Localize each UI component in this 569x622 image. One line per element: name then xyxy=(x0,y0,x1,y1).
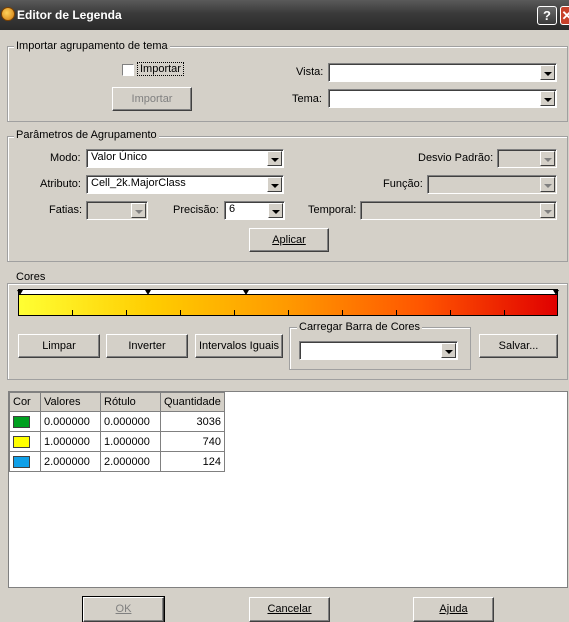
app-icon xyxy=(1,7,15,21)
cores-group-title: Cores xyxy=(14,271,48,283)
intervalos-iguais-button[interactable]: Intervalos Iguais xyxy=(195,334,283,358)
valor-cell[interactable]: 1.000000 xyxy=(40,431,101,452)
chevron-down-icon[interactable] xyxy=(540,65,555,80)
limpar-button[interactable]: Limpar xyxy=(18,334,100,358)
ok-button[interactable]: OK xyxy=(82,596,165,622)
carregar-title: Carregar Barra de Cores xyxy=(297,321,423,333)
chevron-down-icon[interactable] xyxy=(131,203,146,218)
vista-label: Vista: xyxy=(296,66,324,78)
desvio-label: Desvio Padrão: xyxy=(418,152,494,164)
chevron-down-icon[interactable] xyxy=(540,91,555,106)
chevron-down-icon[interactable] xyxy=(267,151,282,166)
inverter-button[interactable]: Inverter xyxy=(106,334,188,358)
close-button[interactable]: ✕ xyxy=(560,6,569,25)
header-cor[interactable]: Cor xyxy=(9,392,41,412)
help-button[interactable]: ? xyxy=(537,6,557,25)
header-quantidade[interactable]: Quantidade xyxy=(160,392,225,412)
title-bar: Editor de Legenda ? ✕ xyxy=(0,0,569,30)
gradient-tick xyxy=(396,310,397,315)
gradient-tick xyxy=(234,310,235,315)
fatias-label: Fatias: xyxy=(49,204,83,216)
import-group xyxy=(7,46,568,122)
quantidade-cell: 3036 xyxy=(160,411,225,432)
quantidade-cell: 124 xyxy=(160,451,225,472)
table-row[interactable]: 2.000000 2.000000 124 xyxy=(9,451,225,472)
tema-label: Tema: xyxy=(292,93,322,105)
ajuda-button[interactable]: Ajuda xyxy=(413,597,494,622)
precisao-select[interactable]: 6 xyxy=(224,201,285,220)
import-group-title: Importar agrupamento de tema xyxy=(14,40,170,52)
chevron-down-icon[interactable] xyxy=(540,203,555,218)
carregar-select[interactable] xyxy=(299,341,458,360)
temporal-select[interactable] xyxy=(360,201,557,220)
atributo-select[interactable]: Cell_2k.MajorClass xyxy=(86,175,284,194)
window-title: Editor de Legenda xyxy=(17,8,122,22)
gradient-tick xyxy=(126,310,127,315)
salvar-button[interactable]: Salvar... xyxy=(479,334,558,358)
import-checkbox-label[interactable]: Importar xyxy=(137,62,184,76)
chevron-down-icon[interactable] xyxy=(267,177,282,192)
modo-label: Modo: xyxy=(50,152,81,164)
header-valores[interactable]: Valores xyxy=(40,392,101,412)
chevron-down-icon[interactable] xyxy=(268,203,283,218)
modo-select[interactable]: Valor Único xyxy=(86,149,284,168)
rotulo-cell[interactable]: 2.000000 xyxy=(100,451,161,472)
chevron-down-icon[interactable] xyxy=(540,177,555,192)
color-cell[interactable] xyxy=(9,431,41,452)
chevron-down-icon[interactable] xyxy=(441,343,456,358)
aplicar-button[interactable]: Aplicar xyxy=(249,228,329,252)
gradient-tick xyxy=(180,310,181,315)
import-button[interactable]: Importar xyxy=(112,87,192,111)
chevron-down-icon[interactable] xyxy=(540,151,555,166)
table-row[interactable]: 1.000000 1.000000 740 xyxy=(9,431,225,452)
header-rotulo[interactable]: Rótulo xyxy=(100,392,161,412)
color-cell[interactable] xyxy=(9,451,41,472)
table-row[interactable]: 0.000000 0.000000 3036 xyxy=(9,411,225,432)
gradient-tick xyxy=(72,310,73,315)
gradient-tick xyxy=(288,310,289,315)
precisao-label: Precisão: xyxy=(173,204,219,216)
valor-cell[interactable]: 2.000000 xyxy=(40,451,101,472)
gradient-tick xyxy=(342,310,343,315)
color-cell[interactable] xyxy=(9,411,41,432)
funcao-label: Função: xyxy=(383,178,423,190)
rotulo-cell[interactable]: 1.000000 xyxy=(100,431,161,452)
gradient-tick xyxy=(504,310,505,315)
params-group-title: Parâmetros de Agrupamento xyxy=(14,129,159,141)
cancelar-button[interactable]: Cancelar xyxy=(249,597,330,622)
color-swatch[interactable] xyxy=(13,435,30,448)
temporal-label: Temporal: xyxy=(308,204,357,216)
valor-cell[interactable]: 0.000000 xyxy=(40,411,101,432)
tema-select[interactable] xyxy=(328,89,557,108)
color-swatch[interactable] xyxy=(13,455,30,468)
funcao-select[interactable] xyxy=(427,175,557,194)
atributo-label: Atributo: xyxy=(40,178,81,190)
legend-table[interactable]: Cor Valores Rótulo Quantidade 0.000000 0… xyxy=(8,391,568,588)
color-swatch[interactable] xyxy=(13,415,30,428)
gradient-tick xyxy=(450,310,451,315)
table-header-row: Cor Valores Rótulo Quantidade xyxy=(9,392,225,412)
desvio-select[interactable] xyxy=(497,149,557,168)
vista-select[interactable] xyxy=(328,63,557,82)
fatias-select[interactable] xyxy=(86,201,148,220)
import-checkbox[interactable] xyxy=(122,64,134,76)
rotulo-cell[interactable]: 0.000000 xyxy=(100,411,161,432)
quantidade-cell: 740 xyxy=(160,431,225,452)
